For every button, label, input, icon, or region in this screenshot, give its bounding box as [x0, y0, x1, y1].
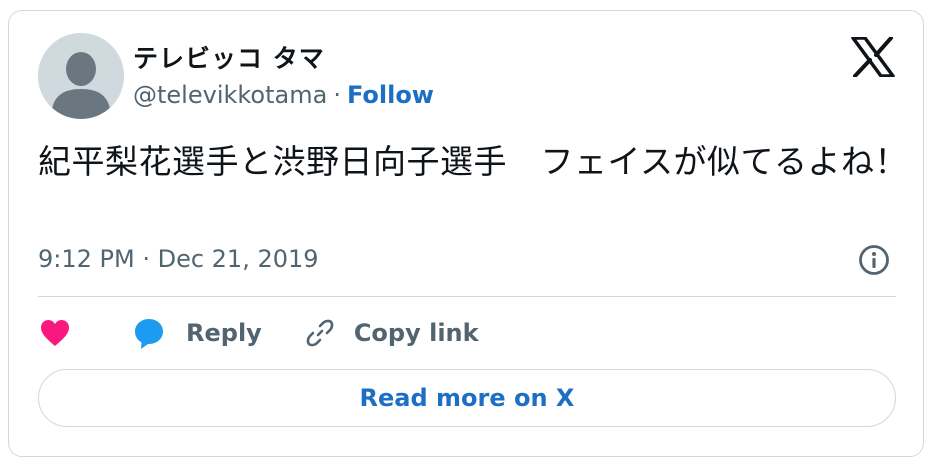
- follow-button[interactable]: Follow: [347, 81, 434, 109]
- link-icon: [306, 319, 334, 347]
- heart-icon: [41, 320, 69, 346]
- divider: [38, 296, 896, 297]
- read-more-button[interactable]: Read more on X: [38, 369, 896, 427]
- copy-link-label: Copy link: [353, 319, 479, 347]
- tweet-text: 紀平梨花選手と渋野日向子選手 フェイスが似てるよね！: [38, 142, 909, 181]
- author-handle[interactable]: @televikkotama: [133, 81, 327, 109]
- copy-link-button[interactable]: Copy link: [304, 317, 479, 349]
- tweet-embed-card: テレビッコ タマ @televikkotama · Follow 紀平梨花選手と…: [8, 10, 924, 457]
- separator-dot: ·: [333, 81, 341, 109]
- tweet-timestamp[interactable]: 9:12 PM · Dec 21, 2019: [38, 245, 319, 273]
- reply-label: Reply: [186, 319, 262, 347]
- like-button[interactable]: [38, 317, 72, 349]
- info-icon[interactable]: [857, 243, 891, 277]
- action-bar: Reply Copy link: [38, 311, 479, 355]
- speech-bubble-icon: [135, 319, 163, 349]
- author-display-name[interactable]: テレビッコ タマ: [133, 39, 325, 75]
- x-logo-icon[interactable]: [851, 36, 895, 78]
- avatar[interactable]: [38, 33, 124, 119]
- default-avatar-icon: [38, 33, 124, 119]
- reply-button[interactable]: Reply: [132, 316, 262, 350]
- author-handle-row: @televikkotama · Follow: [133, 81, 434, 109]
